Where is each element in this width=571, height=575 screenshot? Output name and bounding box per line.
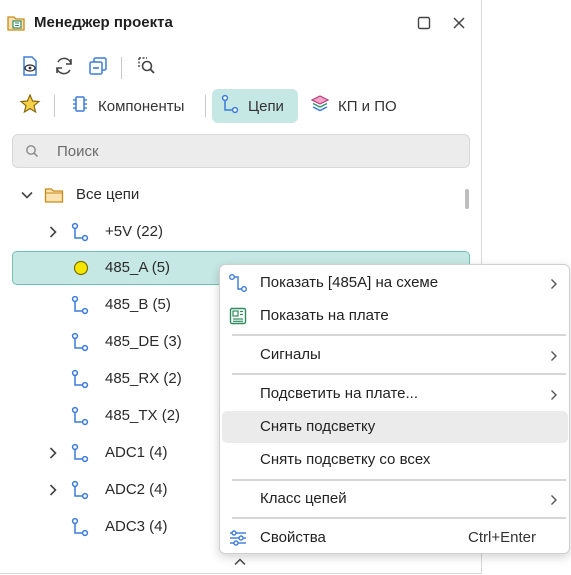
maximize-button[interactable] bbox=[413, 12, 435, 34]
net-label: 485_RX (2) bbox=[105, 370, 182, 387]
vertical-scrollbar[interactable] bbox=[465, 189, 469, 209]
net-icon bbox=[70, 443, 90, 463]
net-label: 485_B (5) bbox=[105, 296, 171, 313]
toolbar bbox=[0, 54, 482, 86]
collapse-icon bbox=[87, 55, 109, 82]
menu-item-show-on-board[interactable]: Показать на плате bbox=[222, 300, 568, 332]
find-icon bbox=[135, 55, 157, 82]
net-label: 485_DE (3) bbox=[105, 333, 182, 350]
context-menu: Показать [485A] на схеме Показать на пла… bbox=[219, 264, 570, 554]
menu-separator bbox=[232, 517, 566, 519]
tree-root-label: Все цепи bbox=[76, 186, 140, 203]
menu-item-label: Снять подсветку bbox=[260, 418, 376, 435]
properties-icon bbox=[228, 528, 248, 548]
chevron-right-icon bbox=[550, 388, 558, 400]
chevron-right-icon bbox=[550, 349, 558, 361]
tab-nets-label: Цепи bbox=[248, 97, 284, 115]
tab-bar: Компоненты Цепи КП и ПО bbox=[0, 89, 482, 125]
menu-item-shortcut: Ctrl+Enter bbox=[468, 529, 536, 546]
project-manager-icon bbox=[6, 13, 26, 33]
menu-item-net-class[interactable]: Класс цепей bbox=[222, 483, 568, 515]
tab-components[interactable]: Компоненты bbox=[62, 89, 192, 123]
layers-icon bbox=[310, 94, 330, 118]
preview-button[interactable] bbox=[16, 54, 44, 82]
refresh-button[interactable] bbox=[50, 54, 78, 82]
chevron-right-icon bbox=[550, 493, 558, 505]
net-label: ADC3 (4) bbox=[105, 518, 168, 535]
chevron-right-icon[interactable] bbox=[46, 225, 60, 239]
net-label: 485_A (5) bbox=[105, 259, 171, 276]
highlight-dot-icon bbox=[71, 258, 91, 278]
net-icon bbox=[70, 332, 90, 352]
net-label: +5V (22) bbox=[105, 223, 163, 240]
chevron-right-icon[interactable] bbox=[46, 483, 60, 497]
search-placeholder: Поиск bbox=[57, 143, 99, 160]
window-title: Менеджер проекта bbox=[34, 14, 173, 31]
tree-item-net[interactable]: +5V (22) bbox=[12, 215, 470, 249]
net-icon bbox=[70, 480, 90, 500]
menu-item-clear-all-highlight[interactable]: Снять подсветку со всех bbox=[222, 444, 568, 476]
star-icon bbox=[19, 92, 41, 120]
menu-separator bbox=[232, 479, 566, 481]
chevron-right-icon bbox=[550, 277, 558, 289]
component-icon bbox=[70, 94, 90, 118]
net-label: ADC1 (4) bbox=[105, 444, 168, 461]
menu-item-label: Показать на плате bbox=[260, 307, 389, 324]
menu-item-label: Подсветить на плате... bbox=[260, 385, 419, 402]
preview-icon bbox=[19, 55, 41, 82]
close-button[interactable] bbox=[448, 12, 470, 34]
search-field[interactable]: Поиск bbox=[12, 134, 470, 168]
tree-root-all-nets[interactable]: Все цепи bbox=[12, 178, 470, 212]
chevron-up-icon[interactable] bbox=[232, 555, 248, 567]
menu-item-show-on-schematic[interactable]: Показать [485A] на схеме bbox=[222, 267, 568, 299]
net-icon bbox=[70, 295, 90, 315]
net-icon bbox=[70, 222, 90, 242]
chevron-down-icon[interactable] bbox=[20, 188, 34, 202]
chevron-right-icon[interactable] bbox=[46, 446, 60, 460]
tab-separator bbox=[54, 95, 55, 117]
menu-item-label: Показать [485A] на схеме bbox=[260, 274, 439, 291]
favorites-button[interactable] bbox=[16, 92, 44, 120]
tab-nets[interactable]: Цепи bbox=[212, 89, 298, 123]
tab-separator bbox=[205, 95, 206, 117]
board-icon bbox=[228, 306, 248, 326]
tab-pads-and-vias[interactable]: КП и ПО bbox=[302, 89, 405, 123]
menu-separator bbox=[232, 373, 566, 375]
net-icon bbox=[220, 94, 240, 118]
menu-item-label: Класс цепей bbox=[260, 490, 347, 507]
net-icon bbox=[70, 517, 90, 537]
toolbar-separator bbox=[121, 57, 122, 79]
menu-item-label: Снять подсветку со всех bbox=[260, 451, 431, 468]
tab-components-label: Компоненты bbox=[98, 97, 185, 115]
folder-icon bbox=[44, 185, 64, 205]
collapse-all-button[interactable] bbox=[84, 54, 112, 82]
net-label: 485_TX (2) bbox=[105, 407, 181, 424]
schematic-icon bbox=[228, 273, 248, 293]
menu-separator bbox=[232, 334, 566, 336]
tab-pads-label: КП и ПО bbox=[338, 97, 397, 115]
menu-item-label: Свойства bbox=[260, 529, 326, 546]
title-bar: Менеджер проекта bbox=[0, 0, 482, 46]
find-button[interactable] bbox=[132, 54, 160, 82]
net-label: ADC2 (4) bbox=[105, 481, 168, 498]
search-icon bbox=[25, 144, 39, 163]
net-icon bbox=[70, 369, 90, 389]
menu-item-clear-highlight[interactable]: Снять подсветку bbox=[222, 411, 568, 443]
refresh-icon bbox=[53, 55, 75, 82]
menu-item-signals[interactable]: Сигналы bbox=[222, 339, 568, 371]
menu-item-properties[interactable]: Свойства Ctrl+Enter bbox=[222, 522, 568, 554]
net-icon bbox=[70, 406, 90, 426]
menu-item-highlight-on-board[interactable]: Подсветить на плате... bbox=[222, 378, 568, 410]
menu-item-label: Сигналы bbox=[260, 346, 321, 363]
